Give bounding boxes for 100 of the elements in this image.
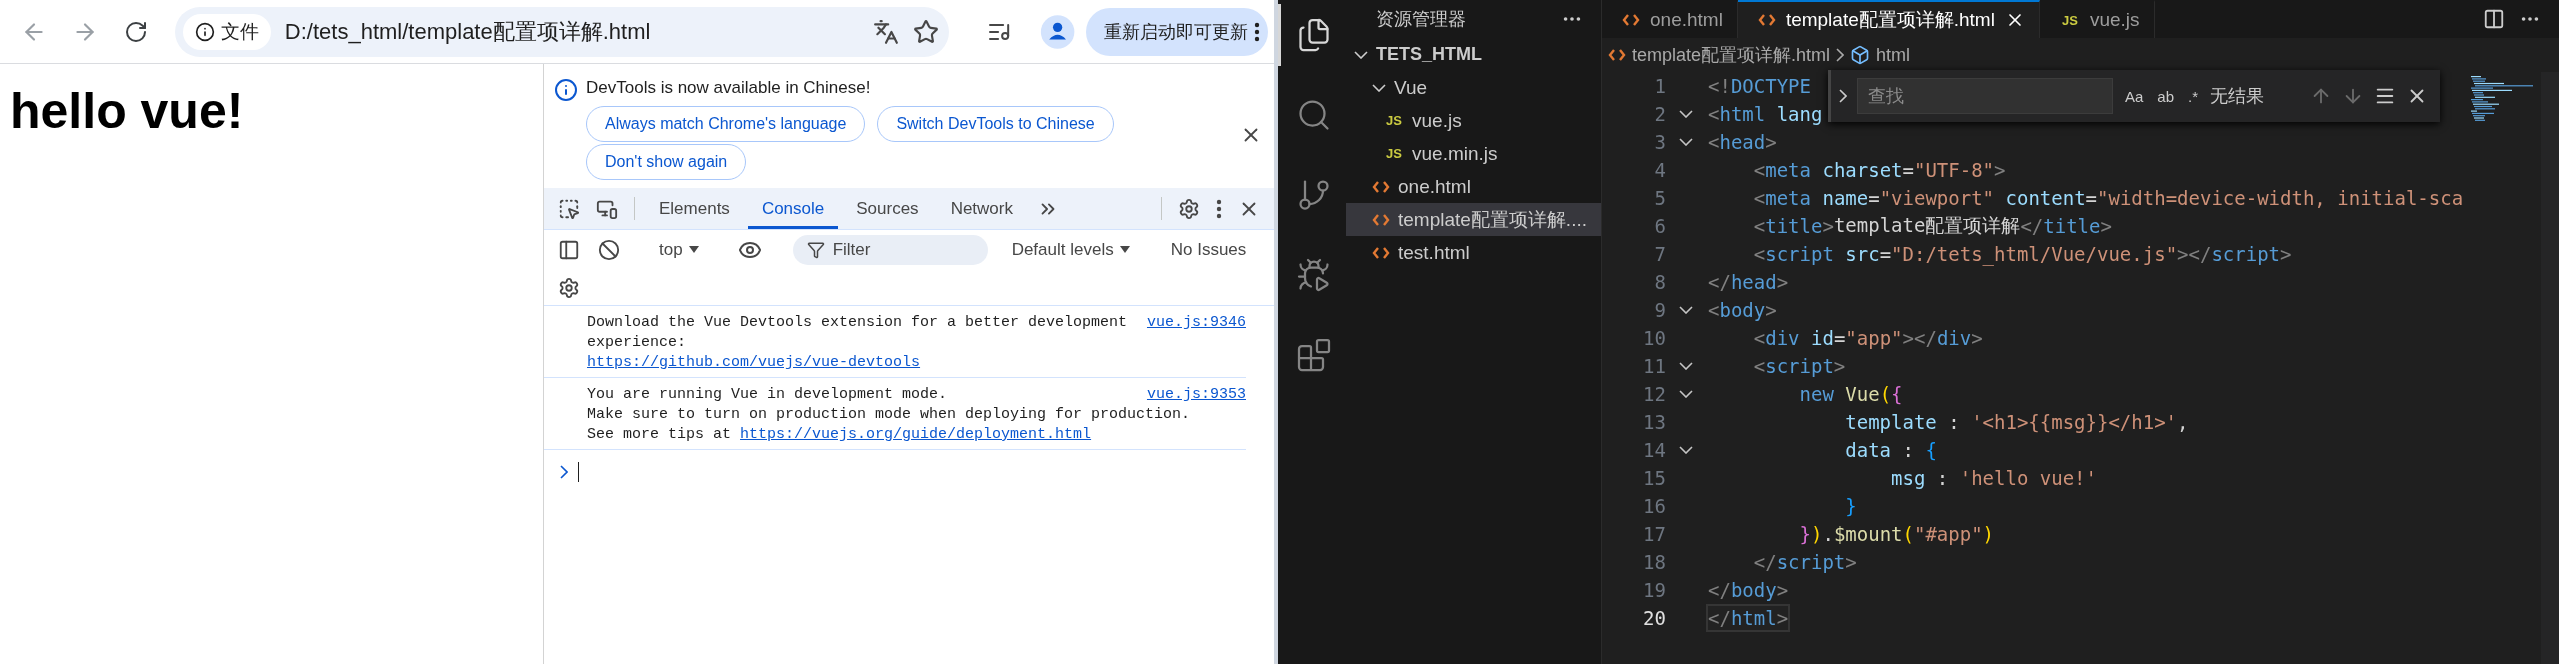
filter-icon xyxy=(806,241,825,259)
infobar-button[interactable]: Don't show again xyxy=(586,144,747,180)
settings-icon[interactable] xyxy=(1178,197,1200,220)
file-item[interactable]: template配置项详解.... xyxy=(1346,203,1601,236)
find-option-toggle[interactable]: Aa xyxy=(2123,87,2146,105)
line-number: 19 xyxy=(1642,579,1666,601)
explorer-title: 资源管理器 xyxy=(1376,8,1466,31)
issues-button[interactable]: No Issues xyxy=(1162,240,1255,260)
console-text: See more tips at https://vuejs.org/guide/deployment.html xyxy=(587,426,1092,443)
find-result: 无结果 xyxy=(2210,85,2265,108)
breadcrumb-item[interactable]: html xyxy=(1876,44,1911,66)
levels-dropdown[interactable]: Default levels xyxy=(1003,240,1138,260)
code-line: <script> xyxy=(1752,354,1847,379)
filter-field[interactable]: Filter xyxy=(792,235,988,265)
minimap-drawing[interactable] xyxy=(2469,76,2533,124)
sidebar-icon[interactable] xyxy=(558,239,580,261)
line-number: 8 xyxy=(1653,271,1666,293)
line-number: 6 xyxy=(1653,215,1666,237)
chevron-right-icon[interactable] xyxy=(1839,89,1847,103)
line-number: 16 xyxy=(1642,495,1666,517)
line-number: 1 xyxy=(1653,75,1666,97)
code-line: <meta charset="UTF-8"> xyxy=(1752,158,2007,183)
code-line: data : { xyxy=(1844,438,1938,463)
code-line: <body> xyxy=(1707,298,1778,323)
line-number: 4 xyxy=(1653,159,1666,181)
line-number: 11 xyxy=(1642,355,1666,377)
code-line: new Vue({ xyxy=(1798,382,1904,407)
line-number: 17 xyxy=(1642,523,1666,545)
page-heading: hello vue! xyxy=(10,82,245,140)
translate-icon[interactable] xyxy=(872,18,899,45)
fold-icon[interactable] xyxy=(1679,110,1693,118)
kebab-icon xyxy=(1254,21,1260,42)
inspect-icon[interactable] xyxy=(558,197,580,220)
devtools-tab[interactable]: Console xyxy=(747,188,839,229)
source-link[interactable]: vue.js:9353 xyxy=(1146,386,1246,403)
update-button[interactable]: 重新启动即可更新 xyxy=(1086,7,1268,56)
info-icon xyxy=(554,78,578,102)
devtools-tab[interactable]: Sources xyxy=(842,188,933,229)
site-info-chip[interactable]: 文件 xyxy=(182,13,271,50)
link[interactable]: https://vuejs.org/guide/deployment.html xyxy=(740,426,1092,443)
fold-icon[interactable] xyxy=(1679,390,1693,398)
file-item[interactable]: JS vue.js xyxy=(1346,104,1601,137)
editor-tab[interactable]: template配置项详解.html xyxy=(1737,0,2040,38)
file-item[interactable]: JS vue.min.js xyxy=(1346,137,1601,170)
code-line: <title>template配置项详解</title> xyxy=(1752,213,2113,239)
star-icon[interactable] xyxy=(912,18,939,45)
line-number: 9 xyxy=(1653,299,1666,321)
blocks-icon[interactable] xyxy=(1295,337,1332,373)
code-line: template : '<h1>{{msg}}</h1>', xyxy=(1844,410,2190,435)
info-message: DevTools is now available in Chinese! xyxy=(586,78,872,98)
caret-icon xyxy=(688,246,699,254)
folder-section[interactable]: TETS_HTML xyxy=(1346,38,1601,71)
file-item[interactable]: test.html xyxy=(1346,236,1601,269)
split-editor-icon[interactable] xyxy=(2483,8,2505,30)
find-option-toggle[interactable]: .* xyxy=(2186,87,2201,105)
line-number: 20 xyxy=(1642,607,1666,629)
line-number: 2 xyxy=(1653,103,1666,125)
fold-icon[interactable] xyxy=(1679,138,1693,146)
code-line: <html lang xyxy=(1707,102,1824,127)
prompt-icon xyxy=(560,465,568,479)
infobar-button[interactable]: Switch DevTools to Chinese xyxy=(877,106,1114,142)
fold-icon[interactable] xyxy=(1679,362,1693,370)
chevron-right-icon xyxy=(1836,48,1845,62)
code-icon xyxy=(1608,47,1626,63)
cube-icon xyxy=(1850,45,1871,65)
console-text: Make sure to turn on production mode when deploying for production. xyxy=(587,406,1191,423)
reload-icon[interactable] xyxy=(124,19,149,44)
js-icon: JS xyxy=(2059,12,2080,28)
infobar-button[interactable]: Always match Chrome's language xyxy=(586,106,866,142)
code-line: </script> xyxy=(1752,550,1858,575)
settings-icon[interactable] xyxy=(558,276,580,299)
address-bar[interactable]: 文件 D:/tets_html/template配置项详解.html xyxy=(174,6,949,57)
link[interactable]: https://github.com/vuejs/vue-devtools xyxy=(587,354,921,371)
find-option-toggle[interactable]: ab xyxy=(2155,87,2177,105)
folder-item[interactable]: Vue xyxy=(1346,71,1601,104)
code-icon xyxy=(1622,12,1640,28)
clear-icon[interactable] xyxy=(598,239,620,261)
code-icon xyxy=(1757,12,1776,28)
context-dropdown[interactable]: top xyxy=(651,240,707,260)
code-line: </body> xyxy=(1707,578,1790,603)
devtools-tab[interactable]: Elements xyxy=(645,188,744,229)
fold-icon[interactable] xyxy=(1679,446,1693,454)
file-item[interactable]: one.html xyxy=(1346,170,1601,203)
console-text: experience: xyxy=(587,334,687,351)
find-field[interactable]: 查找 xyxy=(1857,78,2113,114)
line-number: 10 xyxy=(1642,327,1666,349)
breadcrumb-item[interactable]: template配置项详解.html xyxy=(1632,43,1831,67)
fold-icon[interactable] xyxy=(1679,306,1693,314)
source-link[interactable]: vue.js:9346 xyxy=(1146,314,1246,331)
code-line: <div id="app"></div> xyxy=(1752,326,1984,351)
console-text: Download the Vue Devtools extension for a better development xyxy=(587,314,1128,331)
caret-icon xyxy=(1119,246,1130,254)
console-text: You are running Vue in development mode. xyxy=(587,386,948,403)
code-line: }).$mount("#app") xyxy=(1798,522,1996,547)
bug-play-icon[interactable] xyxy=(1295,257,1332,293)
code-line: <meta name="viewport" content="width=device-width, initial-sca xyxy=(1752,186,2465,211)
kebab-icon[interactable] xyxy=(1216,198,1222,219)
code-line: </head> xyxy=(1707,270,1790,295)
devtools-tab[interactable]: Network xyxy=(936,188,1027,229)
js-icon: JS xyxy=(1384,146,1404,161)
